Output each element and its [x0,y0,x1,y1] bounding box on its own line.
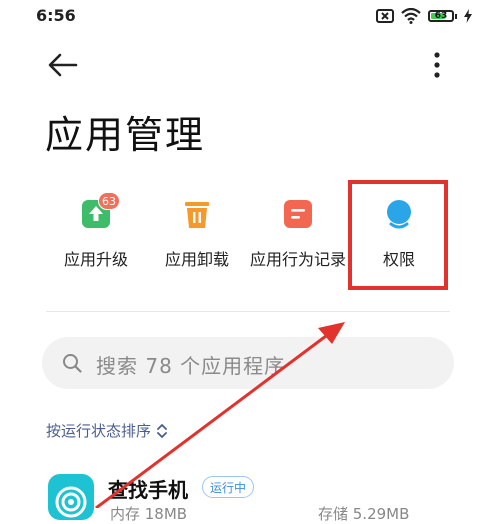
battery-icon: 63 [428,10,454,22]
upgrade-icon: 63 [80,192,120,230]
app-upgrade-button[interactable]: 63 应用升级 [46,192,146,270]
search-input[interactable]: 搜索 78 个应用程序 [96,350,396,379]
battery-level: 63 [434,11,448,21]
search-bar[interactable]: 搜索 78 个应用程序 [42,337,454,389]
radar-icon [55,486,87,518]
sort-selector[interactable]: 按运行状态排序 [46,420,167,441]
app-behavior-record-label: 应用行为记录 [249,250,346,269]
battery-tip [455,13,457,19]
status-icons: 63 [376,8,472,24]
highlight-box [348,180,448,290]
trash-icon [181,198,213,230]
status-time: 6:56 [36,6,76,25]
app-uninstall-button[interactable]: 应用卸载 [147,198,247,270]
divider [46,311,450,312]
sim-off-icon [376,9,394,23]
app-behavior-record-button[interactable]: 应用行为记录 [248,198,348,270]
running-status-badge: 运行中 [202,476,255,498]
arrow-left-icon[interactable] [46,50,80,80]
app-name[interactable]: 查找手机 [108,474,188,503]
app-icon-find-phone[interactable] [48,474,94,520]
app-uninstall-label: 应用卸载 [164,250,229,269]
app-upgrade-label: 应用升级 [63,250,128,269]
more-vertical-icon[interactable] [430,52,444,78]
record-icon [282,198,314,230]
update-count-badge: 63 [98,192,120,210]
app-storage: 存储 5.29MB [318,505,410,523]
wifi-icon [401,8,421,24]
app-memory: 内存 18MB [110,505,188,523]
sort-label: 按运行状态排序 [46,422,152,440]
sort-toggle-icon [157,423,167,438]
charging-icon [464,9,472,23]
search-icon [63,354,82,373]
page-title: 应用管理 [45,113,206,157]
